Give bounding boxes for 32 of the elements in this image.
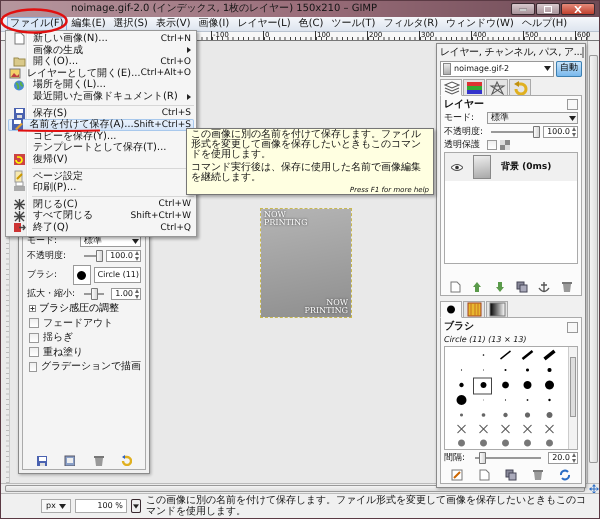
field-label: 拡大・縮小: xyxy=(27,288,76,300)
checkbox-label: 重ね塗り xyxy=(43,346,83,358)
field-label: 不透明度: xyxy=(444,126,484,138)
field-label: 不透明度: xyxy=(27,250,68,262)
checkbox-label: フェードアウト xyxy=(43,318,113,329)
shortcut-text: Ctrl+Alt+O xyxy=(140,68,191,79)
image-text: NOW xyxy=(325,299,348,307)
image-text: PRINTING xyxy=(304,307,348,315)
window-title: noimage.gif-2.0 (インデックス, 1枚のレイヤー) 150x210 – GIMP xyxy=(71,3,378,15)
field-label: 間隔: xyxy=(444,452,466,464)
shortcut-text: Shift+Ctrl+W xyxy=(130,210,191,222)
brush-name: Circle (11) (13 × 13) xyxy=(444,334,528,344)
image-text: NOW xyxy=(264,211,287,219)
shortcut-text: Shift+Ctrl+S xyxy=(134,120,191,130)
field-label: モード: xyxy=(444,112,476,124)
dock-title: レイヤー, チャンネル, パス, ア... xyxy=(440,47,582,58)
checkbox-label: グラデーションで描画 xyxy=(41,361,141,372)
status-message: この画像に別の名前を付けて保存します。ファイル形式を変更して画像を保存したいときもこのコマンドを使用します。 xyxy=(146,495,587,517)
tooltip-text: コマンド実行後は、保存に使用した名前で画像編集を継続します。 xyxy=(191,163,422,183)
image-text: PRINTING xyxy=(264,219,308,227)
shortcut-text: Ctrl+Q xyxy=(160,222,191,233)
checkbox-label: 揺らぎ xyxy=(43,332,73,344)
shortcut-text: Ctrl+O xyxy=(160,56,191,68)
shortcut-text: Ctrl+S xyxy=(162,108,191,119)
panel-heading: ブラシ xyxy=(444,321,474,333)
tooltip-text: この画像に別の名前を付けて保存します。ファイル形式を変更して画像を保存したいときもこのコマンドを使用します。 xyxy=(191,130,422,160)
field-label: 透明保護 xyxy=(444,140,481,150)
panel-heading: レイヤー xyxy=(444,98,484,110)
shortcut-text: Ctrl+W xyxy=(158,199,191,210)
field-label: ブラシ: xyxy=(27,270,58,280)
brush-name-field: Circle (11) xyxy=(94,267,141,283)
shortcut-text: Ctrl+N xyxy=(160,34,191,44)
